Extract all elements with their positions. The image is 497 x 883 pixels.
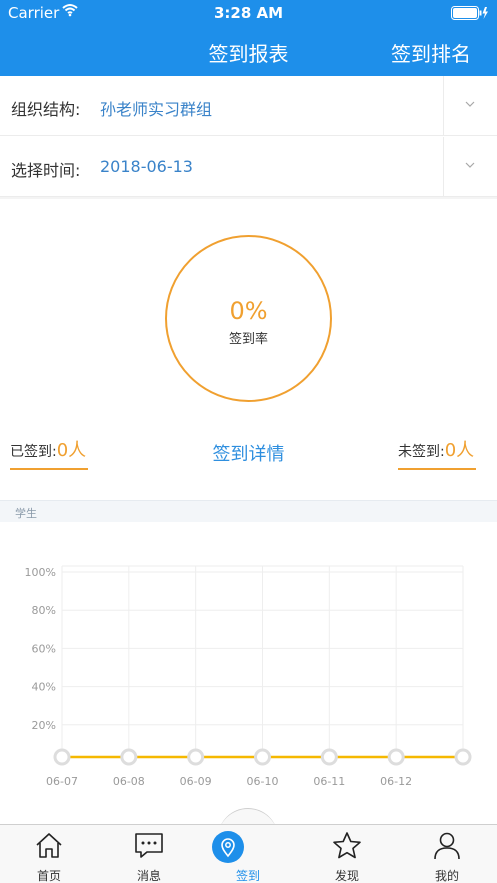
chart-y-tick-label: 80% <box>32 604 56 617</box>
chart-data-point <box>254 748 271 766</box>
status-bar: Carrier 3:28 AM <box>0 0 497 26</box>
chart-data-point <box>320 748 338 766</box>
chart-y-tick-label: 40% <box>32 681 56 694</box>
student-section-header: 学生 <box>0 500 497 522</box>
tab-messages-label: 消息 <box>136 869 161 883</box>
sign-in-trend-chart: 20% 40% 60% 80% 100% 06-07 06-08 06-09 06-10 06-1… <box>0 540 497 800</box>
not-signed-in-underline <box>398 468 476 470</box>
navigation-bar: 签到报表 签到排名 <box>0 26 497 76</box>
ranking-button[interactable]: 签到排名 <box>391 38 471 67</box>
chart-canvas: 20% 40% 60% 80% 100% 06-07 06-08 06-09 06-10 06-1… <box>25 565 472 788</box>
sign-in-rate-value: 0% <box>229 297 268 325</box>
chart-x-tick-label: 06-07 <box>46 775 78 788</box>
chart-x-tick-label: 06-11 <box>313 775 345 788</box>
signed-in-underline <box>10 468 88 470</box>
battery-icon <box>451 6 489 20</box>
chart-x-tick-label: 06-09 <box>180 775 212 788</box>
chart-data-point <box>187 748 205 766</box>
time-dropdown-toggle[interactable] <box>443 137 497 197</box>
sign-in-rate-ring: 0% 签到率 <box>165 235 332 402</box>
clock: 3:28 AM <box>213 4 284 22</box>
not-signed-in-stat: 未签到:0人 <box>398 436 474 462</box>
tab-me[interactable]: 我的 <box>412 825 482 883</box>
select-time-label: 选择时间: <box>11 161 81 180</box>
org-dropdown-toggle[interactable] <box>443 76 497 136</box>
tab-discover[interactable]: 发现 <box>312 825 382 883</box>
tab-sign-in[interactable]: 签到 <box>212 825 283 883</box>
chart-data-point <box>53 748 71 766</box>
chart-x-tick-label: 06-10 <box>247 775 279 788</box>
tab-home-label: 首页 <box>36 869 61 883</box>
chart-y-tick-label: 60% <box>32 642 56 655</box>
select-time-row[interactable]: 选择时间: 2018-06-13 <box>0 137 497 197</box>
tab-home[interactable]: 首页 <box>14 825 84 883</box>
tab-messages[interactable]: 消息 <box>114 825 184 883</box>
chart-data-point <box>454 748 472 766</box>
org-structure-value[interactable]: 孙老师实习群组 <box>100 96 212 120</box>
tab-sign-in-label: 签到 <box>235 869 260 883</box>
chart-y-tick-label: 20% <box>32 719 56 732</box>
chart-y-tick-label: 100% <box>25 566 56 579</box>
tab-bar: 首页 消息 签到 发现 我的 <box>0 824 497 883</box>
select-time-value[interactable]: 2018-06-13 <box>100 157 193 176</box>
section-divider <box>0 197 497 199</box>
sign-in-rate-label: 签到率 <box>228 332 268 347</box>
student-section-label: 学生 <box>15 507 37 520</box>
not-signed-in-label: 未签到: <box>398 444 445 460</box>
chart-data-point <box>387 748 405 766</box>
tab-discover-label: 发现 <box>334 869 359 883</box>
chart-x-tick-label: 06-08 <box>113 775 145 788</box>
not-signed-in-count: 0人 <box>444 440 475 461</box>
chart-data-point <box>120 748 138 766</box>
tab-me-label: 我的 <box>434 869 459 883</box>
chart-x-tick-label: 06-12 <box>380 775 412 788</box>
org-structure-label: 组织结构: <box>11 100 81 119</box>
org-structure-row[interactable]: 组织结构: 孙老师实习群组 <box>0 76 497 136</box>
